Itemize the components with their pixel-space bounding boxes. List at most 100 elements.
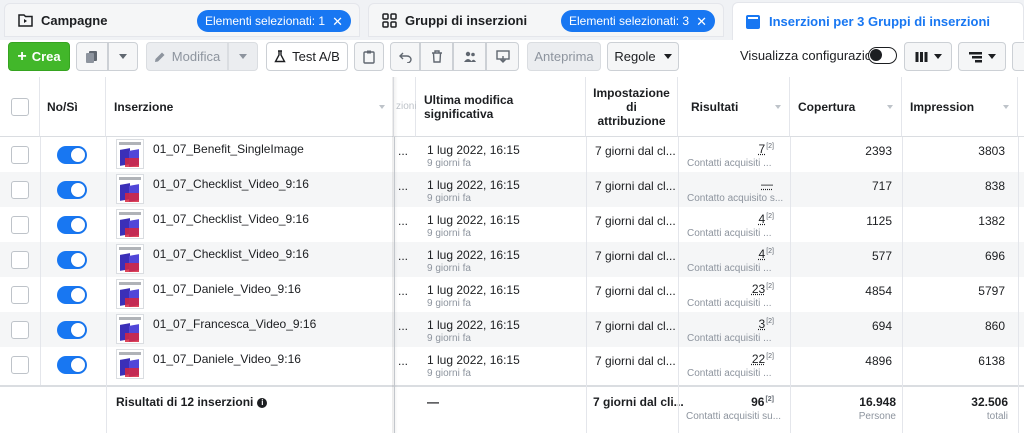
attribution-setting: 7 giorni dal cl... [595,249,676,263]
selected-count-text: Elementi selezionati: 3 [569,14,689,28]
ad-status-toggle[interactable] [57,286,87,304]
row-checkbox[interactable] [11,146,29,164]
edit-label: Modifica [172,49,220,64]
row-checkbox[interactable] [11,321,29,339]
sort-icon[interactable] [379,105,385,109]
people-icon [463,51,477,63]
duplicate-button[interactable] [76,42,108,71]
info-icon[interactable]: i [257,398,267,408]
ad-name-link[interactable]: 01_07_Checklist_Video_9:16 [153,177,309,191]
table-row[interactable]: 01_07_Checklist_Video_9:16... 1 lug 2022,… [0,207,1024,242]
tab-ads[interactable]: Inserzioni per 3 Gruppi di inserzioni [732,2,1024,40]
chevron-down-icon [988,54,996,59]
preview-button[interactable]: Anteprima [527,42,601,71]
ad-thumbnail[interactable] [116,314,144,344]
rules-dropdown[interactable]: Regole [607,42,679,71]
show-config-toggle[interactable] [868,47,897,64]
ad-thumbnail[interactable] [116,139,144,169]
header-results[interactable]: Risultati [678,77,790,137]
results-value[interactable]: 23[2] [690,282,774,296]
ad-name-link[interactable]: 01_07_Francesca_Video_9:16 [153,317,316,331]
ad-status-toggle[interactable] [57,356,87,374]
impressions-value: 1382 [910,214,1005,228]
ad-name-link[interactable]: 01_07_Checklist_Video_9:16 [153,247,309,261]
delete-button[interactable] [420,42,453,71]
results-value[interactable]: 3[2] [690,317,774,331]
results-number: — [761,177,773,191]
ad-name-link[interactable]: 01_07_Daniele_Video_9:16 [153,282,301,296]
header-on-off[interactable]: No/Sì [40,77,106,137]
header-attribution[interactable]: Impostazione di attribuzione [586,77,678,137]
ab-test-button[interactable]: Test A/B [266,42,348,71]
results-value[interactable]: 7[2] [690,142,774,156]
impressions-value: 696 [910,249,1005,263]
create-button[interactable]: + Crea [8,42,70,71]
table-row[interactable]: 01_07_Daniele_Video_9:16... 1 lug 2022, 1… [0,347,1024,382]
results-value[interactable]: — [690,177,774,191]
undo-button[interactable] [390,42,420,71]
last-edit-date: 1 lug 2022, 16:15 [427,143,520,157]
row-checkbox[interactable] [11,216,29,234]
columns-button[interactable] [904,42,952,71]
row-checkbox[interactable] [11,181,29,199]
folder-icon [17,12,33,28]
edit-dropdown[interactable] [228,42,258,71]
results-value[interactable]: 22[2] [690,352,774,366]
row-checkbox[interactable] [11,356,29,374]
totals-results-sub: Contatti acquisiti su... [686,411,781,422]
header-last-edit[interactable]: Ultima modifica significativa [416,77,586,137]
header-impressions-label: Impression [910,100,974,114]
select-all-checkbox[interactable] [11,98,29,116]
more-button[interactable] [1012,42,1024,71]
breakdown-button[interactable] [958,42,1006,71]
totals-impressions: 32.506 [910,395,1008,409]
column-divider [902,137,903,433]
table-row[interactable]: 01_07_Daniele_Video_9:16... 1 lug 2022, 1… [0,277,1024,312]
sort-icon[interactable] [887,105,893,109]
sort-icon[interactable] [775,105,781,109]
export-button[interactable] [486,42,519,71]
notes-button[interactable] [354,42,384,71]
table-row[interactable]: 01_07_Checklist_Video_9:16... 1 lug 2022,… [0,172,1024,207]
close-icon[interactable]: ✕ [332,15,343,28]
row-checkbox[interactable] [11,251,29,269]
ad-name-link[interactable]: 01_07_Checklist_Video_9:16 [153,212,309,226]
row-checkbox[interactable] [11,286,29,304]
ad-thumbnail[interactable] [116,349,144,379]
header-ad-name[interactable]: Inserzione [106,77,394,137]
ad-thumbnail[interactable] [116,244,144,274]
ad-status-toggle[interactable] [57,321,87,339]
hidden-column-ellipsis: ... [398,284,408,298]
ad-status-toggle[interactable] [57,216,87,234]
table-row[interactable]: 01_07_Benefit_SingleImage... 1 lug 2022, … [0,137,1024,172]
ad-name-link[interactable]: 01_07_Daniele_Video_9:16 [153,352,301,366]
results-value[interactable]: 4[2] [690,247,774,261]
ad-thumbnail[interactable] [116,174,144,204]
table-row[interactable]: 01_07_Francesca_Video_9:16... 1 lug 2022,… [0,312,1024,347]
tab-adsets[interactable]: Gruppi di inserzioni Elementi selezionat… [368,3,724,37]
ad-status-toggle[interactable] [57,146,87,164]
ad-status-toggle[interactable] [57,251,87,269]
header-reach[interactable]: Copertura [790,77,902,137]
sort-icon[interactable] [1003,105,1009,109]
last-edit-date: 1 lug 2022, 16:15 [427,178,520,192]
audience-button[interactable] [453,42,486,71]
results-ref: [2] [766,283,774,290]
tab-adsets-label: Gruppi di inserzioni [405,13,527,28]
totals-label: Risultati di 12 inserzioni i [116,395,267,409]
table-row[interactable]: 01_07_Checklist_Video_9:16... 1 lug 2022,… [0,242,1024,277]
duplicate-dropdown[interactable] [108,42,138,71]
ad-status-toggle[interactable] [57,181,87,199]
tab-campaigns[interactable]: Campagne Elementi selezionati: 1 ✕ [4,3,360,37]
ad-thumbnail[interactable] [116,279,144,309]
impressions-value: 3803 [910,144,1005,158]
last-edit-date: 1 lug 2022, 16:15 [427,213,520,227]
edit-button[interactable]: Modifica [146,42,228,71]
selected-count-badge[interactable]: Elementi selezionati: 1 ✕ [197,10,351,32]
results-value[interactable]: 4[2] [690,212,774,226]
selected-count-badge[interactable]: Elementi selezionati: 3 ✕ [561,10,715,32]
ad-thumbnail[interactable] [116,209,144,239]
ad-name-link[interactable]: 01_07_Benefit_SingleImage [153,142,304,156]
header-impressions[interactable]: Impression [902,77,1018,137]
close-icon[interactable]: ✕ [696,15,707,28]
